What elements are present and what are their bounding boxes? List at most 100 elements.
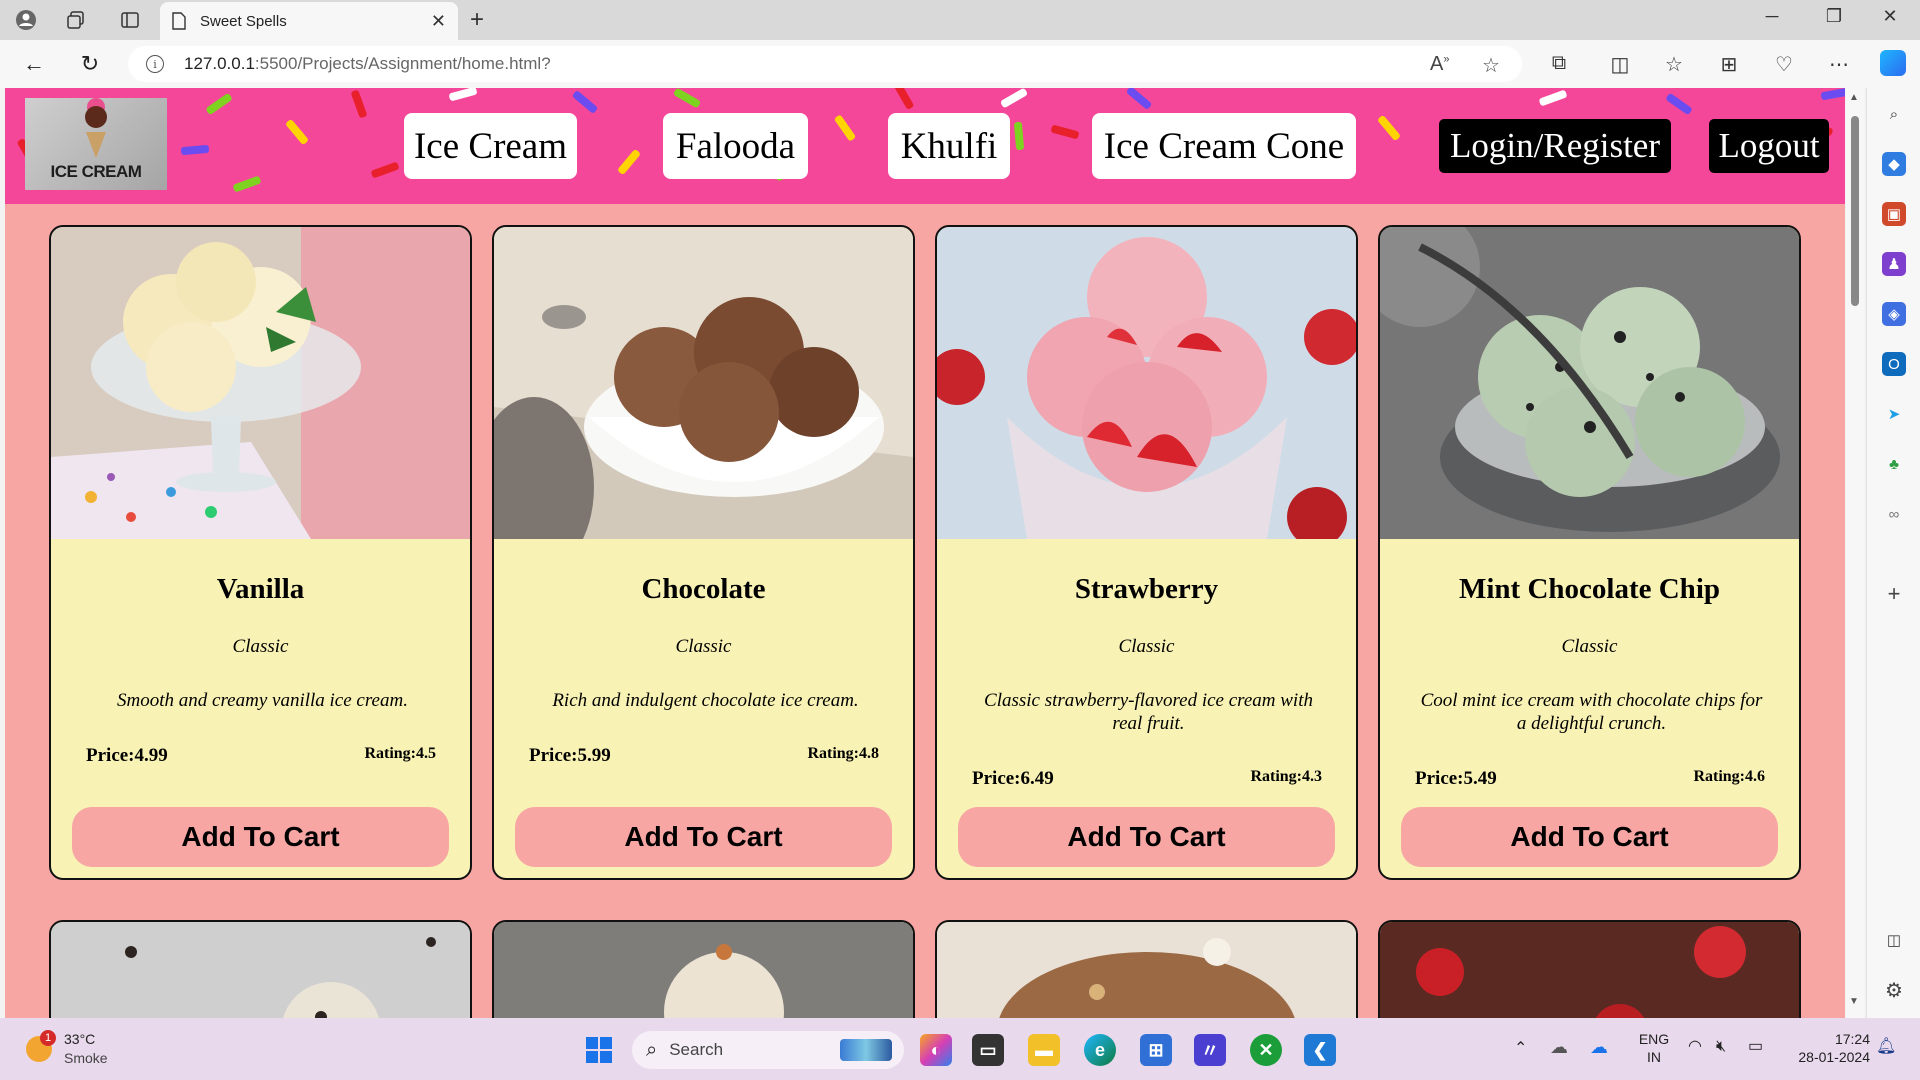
split-screen-icon[interactable]: ◫ xyxy=(1606,52,1634,77)
settings-icon[interactable]: ⚙ xyxy=(1882,978,1906,1002)
nav-khulfi[interactable]: Khulfi xyxy=(888,113,1010,179)
add-sidebar-app-icon[interactable]: + xyxy=(1882,581,1906,606)
page-icon xyxy=(172,12,186,30)
logout-button[interactable]: Logout xyxy=(1709,119,1829,173)
vscode-icon[interactable]: ❮ xyxy=(1304,1034,1336,1066)
profile-icon[interactable] xyxy=(14,8,38,32)
product-category: Classic xyxy=(232,636,289,657)
sprinkle-decoration xyxy=(232,175,262,193)
drop-icon[interactable]: ➤ xyxy=(1882,402,1906,426)
tree-icon[interactable]: ♣ xyxy=(1882,452,1906,476)
product-category: Classic xyxy=(675,636,732,657)
favorite-star-icon[interactable]: ☆ xyxy=(1482,53,1500,78)
favorites-icon[interactable]: ☆ xyxy=(1660,52,1688,77)
product-price: Price:5.49 xyxy=(1415,768,1497,789)
more-options-icon[interactable]: ⋯ xyxy=(1825,52,1853,77)
add-to-cart-button[interactable]: Add To Cart xyxy=(958,807,1335,867)
product-price: Price:6.49 xyxy=(972,768,1054,789)
login-register-button[interactable]: Login/Register xyxy=(1439,119,1671,173)
store-icon[interactable]: ⊞ xyxy=(1140,1034,1172,1066)
onedrive-icon[interactable]: ☁ xyxy=(1590,1038,1608,1056)
add-to-cart-button[interactable]: Add To Cart xyxy=(515,807,892,867)
workspaces-icon[interactable] xyxy=(64,8,88,32)
nav-falooda[interactable]: Falooda xyxy=(663,113,808,179)
read-aloud-icon[interactable]: A» xyxy=(1430,53,1449,76)
refresh-icon[interactable]: ↻ xyxy=(76,50,104,78)
sprinkle-decoration xyxy=(1665,92,1693,116)
tools-icon[interactable]: ▣ xyxy=(1882,202,1906,226)
site-info-icon[interactable]: i xyxy=(146,55,164,73)
scroll-up-icon[interactable]: ▲ xyxy=(1849,92,1859,103)
weather-widget[interactable]: 1 33°C Smoke xyxy=(22,1030,142,1070)
strawberry-image xyxy=(937,227,1356,539)
start-icon[interactable] xyxy=(583,1034,615,1066)
extensions-icon[interactable]: ⧉ xyxy=(1545,52,1573,75)
task-view-icon[interactable]: ▭ xyxy=(972,1034,1004,1066)
new-tab-icon[interactable]: + xyxy=(470,6,484,34)
scroll-down-icon[interactable]: ▼ xyxy=(1849,996,1859,1007)
product-name: Strawberry xyxy=(1074,573,1219,605)
nav-ice-cream[interactable]: Ice Cream xyxy=(404,113,577,179)
shopping-icon[interactable]: ◆ xyxy=(1882,152,1906,176)
copilot-taskbar-icon[interactable]: ◐ xyxy=(920,1034,952,1066)
volume-muted-icon[interactable]: 🔇︎ xyxy=(1716,1038,1726,1056)
product-price: Price:5.99 xyxy=(529,745,611,766)
ice-cream-icon xyxy=(85,106,107,128)
edge-icon[interactable]: e xyxy=(1084,1034,1116,1066)
search-highlight-icon xyxy=(840,1039,892,1061)
product-description: Smooth and creamy vanilla ice cream. xyxy=(117,690,408,711)
product-description: Cool mint ice cream with chocolate chips… xyxy=(1420,690,1763,734)
copilot-icon[interactable] xyxy=(1880,50,1906,76)
product-card-mint-chocolate-chip: Mint Chocolate Chip Classic Cool mint ic… xyxy=(1378,225,1801,880)
address-bar[interactable]: i 127.0.0.1:5500/Projects/Assignment/hom… xyxy=(128,46,1522,82)
language-code: ENG xyxy=(1638,1031,1670,1047)
browser-titlebar: Sweet Spells ✕ + ─ ❐ ✕ xyxy=(0,0,1920,40)
microsoft-365-icon[interactable]: ◈ xyxy=(1882,302,1906,326)
clock[interactable]: 17:24 28-01-2024 xyxy=(1782,1030,1870,1066)
wifi-icon[interactable]: ◠ xyxy=(1688,1038,1702,1056)
product-rating: Rating:4.6 xyxy=(1693,768,1765,785)
browser-tab-active[interactable]: Sweet Spells ✕ xyxy=(160,2,458,40)
sprinkle-decoration xyxy=(350,89,368,119)
onedrive-personal-icon[interactable]: ☁ xyxy=(1550,1038,1568,1056)
page-scrollbar[interactable]: ▲ ▼ xyxy=(1846,88,1864,1018)
xbox-icon[interactable]: ✕ xyxy=(1250,1034,1282,1066)
close-tab-icon[interactable]: ✕ xyxy=(431,11,446,32)
vscode-insiders-icon[interactable]: 〃 xyxy=(1194,1034,1226,1066)
nav-ice-cream-cone[interactable]: Ice Cream Cone xyxy=(1092,113,1356,179)
clock-time: 17:24 xyxy=(1834,1031,1870,1047)
search-icon: ⌕ xyxy=(646,1038,658,1061)
sprinkle-decoration xyxy=(999,88,1029,109)
restore-icon[interactable]: ❐ xyxy=(1814,6,1854,27)
notifications-icon[interactable]: 🔔︎ xyxy=(1876,1038,1896,1056)
search-icon[interactable]: ⌕ xyxy=(1882,102,1906,126)
battery-icon[interactable]: ▭ xyxy=(1748,1038,1763,1056)
outlook-icon[interactable]: O xyxy=(1882,352,1906,376)
sprinkle-decoration xyxy=(1050,124,1080,140)
language-indicator[interactable]: ENG IN xyxy=(1634,1030,1674,1066)
close-window-icon[interactable]: ✕ xyxy=(1870,6,1910,27)
games-icon[interactable]: ♟ xyxy=(1882,252,1906,276)
link-icon[interactable]: ∞ xyxy=(1882,502,1906,526)
weather-alert-badge: 1 xyxy=(40,1030,56,1046)
minimize-icon[interactable]: ─ xyxy=(1752,6,1792,27)
product-price: Price:4.99 xyxy=(86,745,168,766)
tab-title: Sweet Spells xyxy=(200,12,287,30)
scrollbar-thumb[interactable] xyxy=(1851,116,1859,306)
collections-icon[interactable]: ⊞ xyxy=(1715,52,1743,77)
file-explorer-icon[interactable]: ▬ xyxy=(1028,1034,1060,1066)
weather-temp: 33°C xyxy=(64,1031,96,1047)
sprinkle-decoration xyxy=(1820,88,1845,101)
taskbar-search[interactable]: ⌕ Search xyxy=(632,1031,904,1069)
site-header: ICE CREAM Ice Cream Falooda Khulfi Ice C… xyxy=(5,88,1845,204)
clock-date: 28-01-2024 xyxy=(1798,1049,1870,1065)
product-card-partial xyxy=(1378,920,1801,1018)
show-hidden-icons[interactable]: ⌃ xyxy=(1514,1040,1527,1058)
add-to-cart-button[interactable]: Add To Cart xyxy=(1401,807,1778,867)
site-logo[interactable]: ICE CREAM xyxy=(25,98,167,190)
add-to-cart-button[interactable]: Add To Cart xyxy=(72,807,449,867)
browser-essentials-icon[interactable]: ♡ xyxy=(1770,52,1798,77)
tab-actions-icon[interactable] xyxy=(118,8,142,32)
hide-sidebar-icon[interactable]: ◫ xyxy=(1882,928,1906,952)
back-icon[interactable]: ← xyxy=(20,50,48,78)
